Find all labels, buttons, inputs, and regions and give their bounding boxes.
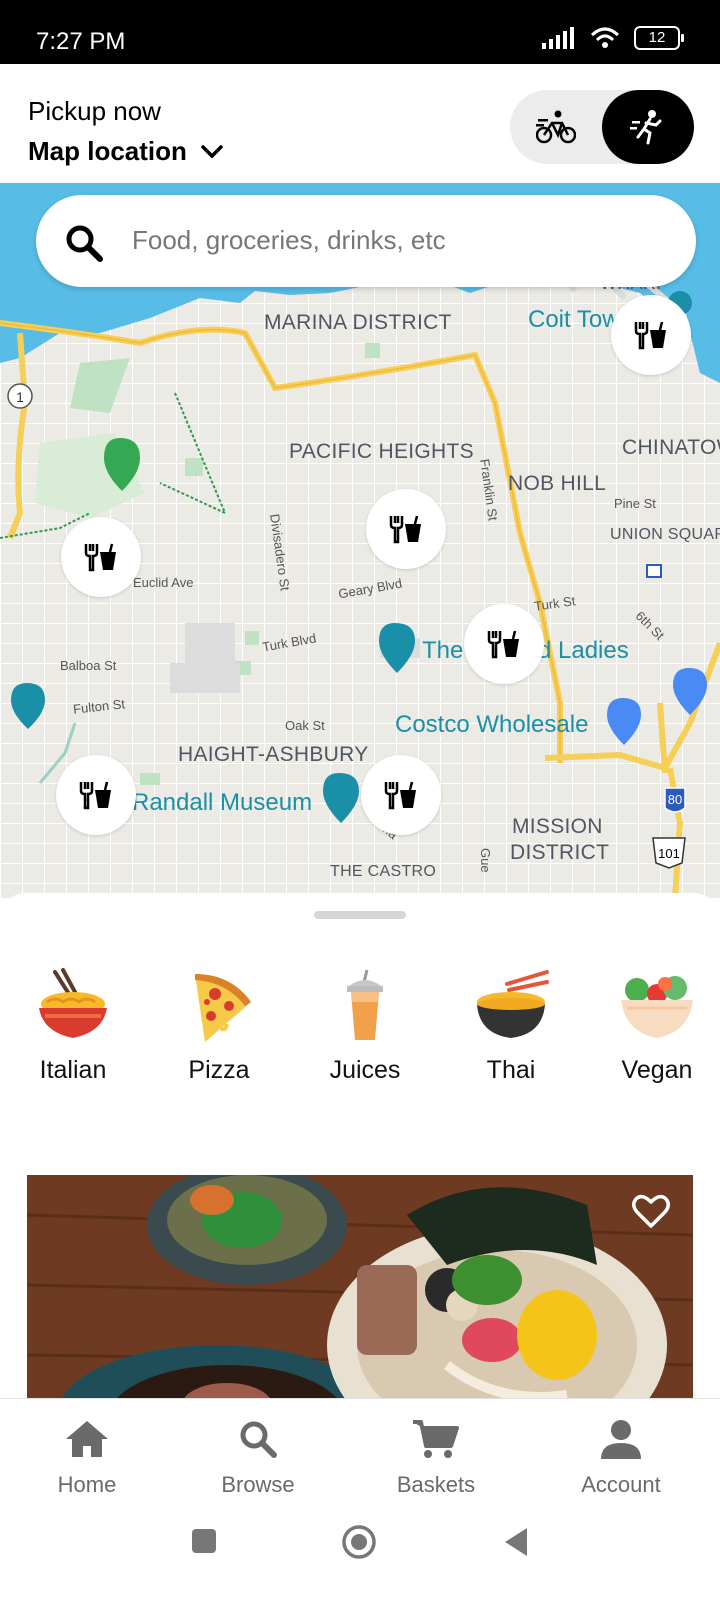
restaurant-marker[interactable]	[366, 489, 446, 569]
bicycle-icon	[536, 110, 576, 144]
street-balboa: Balboa St	[60, 658, 117, 673]
map-label-marina-district: MARINA DISTRICT	[264, 311, 452, 334]
salad-bowl-icon	[621, 976, 693, 1038]
search-icon	[240, 1421, 277, 1458]
wifi-icon	[590, 27, 620, 48]
food-photo	[27, 1175, 693, 1403]
fork-cup-icon	[634, 321, 666, 350]
noodle-bowl-icon	[39, 968, 107, 1038]
restaurant-card-image[interactable]	[27, 1175, 693, 1403]
map-label-mission-district: DISTRICT	[510, 841, 610, 864]
category-label: Juices	[329, 1056, 401, 1084]
map-label-union-square: UNION SQUARE	[610, 526, 720, 543]
pizza-icon	[195, 974, 251, 1042]
pickup-time-label: Pickup now	[28, 96, 161, 126]
map-label-castro: THE CASTRO	[330, 863, 437, 880]
back-button[interactable]	[503, 1526, 529, 1558]
ramen-bowl-icon	[477, 970, 549, 1038]
category-juices[interactable]: Juices	[295, 968, 435, 1085]
category-thai[interactable]: Thai	[441, 968, 581, 1085]
restaurant-marker[interactable]	[61, 517, 141, 597]
bottom-navigation: Home Browse Baskets Account	[0, 1398, 720, 1509]
map-label-pacific-heights: PACIFIC HEIGHTS	[289, 440, 474, 463]
delivery-mode-toggle	[510, 90, 694, 164]
category-vegan[interactable]: Vegan	[587, 968, 720, 1085]
map-poi-painted-ladies-start[interactable]: The	[422, 637, 463, 665]
restaurant-marker[interactable]	[361, 755, 441, 835]
nav-label: Browse	[221, 1472, 295, 1497]
fork-cup-icon	[384, 781, 416, 810]
category-pizza[interactable]: Pizza	[149, 968, 289, 1085]
map-poi-painted-ladies-end[interactable]: d Ladies	[538, 637, 629, 665]
nav-home[interactable]: Home	[7, 1419, 167, 1498]
nav-browse[interactable]: Browse	[178, 1419, 338, 1498]
category-list: Italian Pizza Juices Thai Vegan	[0, 968, 720, 1093]
cart-icon	[413, 1420, 459, 1458]
header: Pickup now Map location	[0, 64, 720, 184]
pickup-mode-button[interactable]	[602, 90, 694, 164]
status-bar: 7:27 PM 12	[0, 0, 720, 64]
map-poi-randall-museum[interactable]: Randall Museum	[132, 789, 312, 817]
us-101-shield: 101	[658, 846, 680, 861]
interstate-80-shield: 80	[668, 792, 682, 807]
category-label: Thai	[486, 1056, 536, 1084]
fork-cup-icon	[389, 515, 421, 544]
nav-account[interactable]: Account	[541, 1419, 701, 1498]
restaurant-marker[interactable]	[56, 755, 136, 835]
search-bar[interactable]: Food, groceries, drinks, etc	[36, 195, 696, 287]
location-selector[interactable]: Map location	[28, 136, 223, 167]
map-poi-costco[interactable]: Costco Wholesale	[395, 711, 588, 739]
street-pine: Pine St	[614, 496, 656, 511]
recent-apps-button[interactable]	[191, 1528, 217, 1554]
search-input[interactable]: Food, groceries, drinks, etc	[132, 225, 446, 256]
juice-cup-icon	[347, 969, 383, 1040]
nav-baskets[interactable]: Baskets	[356, 1419, 516, 1498]
home-button[interactable]	[341, 1524, 377, 1560]
delivery-mode-button[interactable]	[510, 90, 602, 164]
street-oak: Oak St	[285, 718, 325, 733]
sheet-drag-handle[interactable]	[314, 911, 406, 919]
walking-person-icon	[630, 110, 662, 145]
fork-cup-icon	[79, 781, 111, 810]
restaurant-marker[interactable]	[611, 295, 691, 375]
system-navigation-bar	[0, 1508, 720, 1600]
route-1-shield: 1	[16, 389, 24, 405]
street-guerrero: Gue	[478, 848, 493, 873]
location-label: Map location	[28, 136, 187, 166]
restaurant-marker[interactable]	[464, 604, 544, 684]
search-icon	[66, 225, 103, 262]
battery-icon: 12	[634, 26, 684, 50]
nav-label: Account	[581, 1472, 661, 1497]
user-icon	[601, 1420, 641, 1459]
category-label: Italian	[39, 1056, 107, 1084]
map-label-nob-hill: NOB HILL	[508, 472, 607, 495]
category-italian[interactable]: Italian	[3, 968, 143, 1085]
status-icons: 12	[542, 26, 684, 50]
map-poi-coit-tower[interactable]: Coit Tow	[528, 306, 620, 334]
map-label-haight-ashbury: HAIGHT-ASHBURY	[178, 743, 369, 766]
map-label-chinatown: CHINATOW	[622, 436, 720, 459]
bottom-sheet: Italian Pizza Juices Thai Vegan	[0, 893, 720, 1403]
fork-cup-icon	[84, 543, 116, 572]
status-time: 7:27 PM	[36, 28, 126, 55]
map-view[interactable]: 1 80 101 WHARF MARINA DISTRICT Coit Tow …	[0, 183, 720, 898]
signal-icon	[542, 27, 574, 49]
favorite-heart-icon[interactable]	[631, 1193, 671, 1229]
map-label-mission: MISSION	[512, 815, 603, 838]
category-label: Pizza	[188, 1056, 250, 1084]
street-euclid: Euclid Ave	[133, 575, 194, 590]
fork-cup-icon	[487, 630, 519, 659]
nav-label: Home	[57, 1472, 117, 1497]
category-label: Vegan	[621, 1056, 693, 1084]
chevron-down-icon	[201, 144, 223, 158]
home-icon	[66, 1421, 108, 1457]
nav-label: Baskets	[396, 1472, 476, 1497]
